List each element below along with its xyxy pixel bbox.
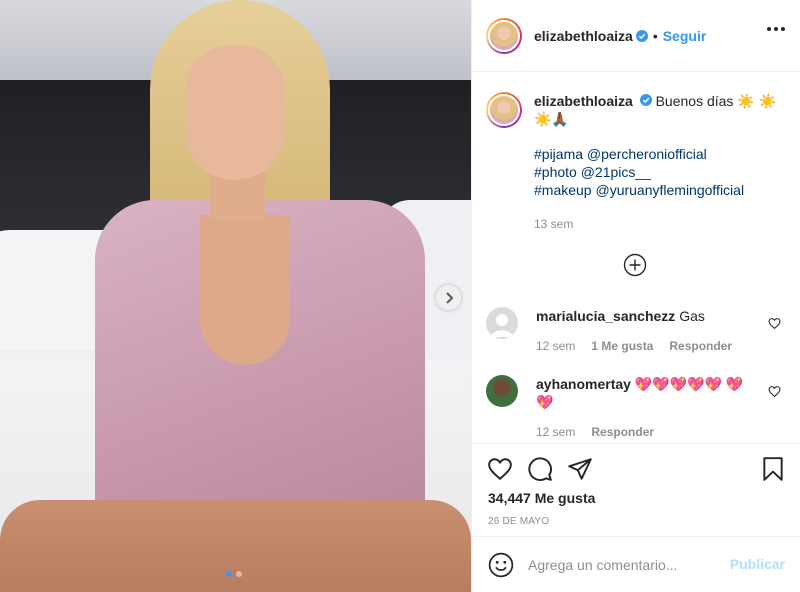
comment-item: marialucia_sanchezz Gas 12 sem 1 Me gust… xyxy=(486,307,791,355)
heart-icon[interactable] xyxy=(768,385,781,398)
photo-skin xyxy=(200,215,290,365)
photo-face xyxy=(185,45,285,180)
save-icon[interactable] xyxy=(760,456,786,482)
chevron-right-icon xyxy=(445,291,453,304)
hashtag-line[interactable]: #pijama @percheroniofficial xyxy=(534,146,707,162)
carousel-next-button[interactable] xyxy=(436,285,461,310)
reply-button[interactable]: Responder xyxy=(669,337,732,355)
separator-bullet: • xyxy=(652,27,658,44)
default-avatar-icon xyxy=(491,314,513,337)
publish-button[interactable]: Publicar xyxy=(730,556,785,572)
caption-timestamp[interactable]: 13 sem xyxy=(534,215,786,233)
more-options-icon[interactable] xyxy=(767,27,785,31)
emoji-icon[interactable] xyxy=(488,552,514,578)
comment-text: Gas xyxy=(679,308,705,324)
reply-button[interactable]: Responder xyxy=(591,423,654,441)
comment-item: ayhanomertay 💖💖💖💖💖 💖💖 12 sem Responder xyxy=(486,375,791,441)
caption-avatar[interactable] xyxy=(486,92,522,128)
add-comment-bar: Publicar xyxy=(472,536,800,592)
heart-icon[interactable] xyxy=(487,456,513,482)
comment-input[interactable] xyxy=(528,556,728,573)
post-actions-section: 34,447 Me gusta 26 DE MAYO xyxy=(472,443,800,527)
author-avatar[interactable] xyxy=(486,17,522,54)
post-photo[interactable] xyxy=(0,0,471,592)
plus-circle-icon[interactable] xyxy=(623,253,647,277)
carousel-dot-active xyxy=(226,571,232,577)
carousel-dot xyxy=(236,571,242,577)
post-side-panel: elizabethloaiza • Seguir elizabethloaiza… xyxy=(471,0,800,592)
hashtag-line[interactable]: #makeup @yuruanyflemingofficial xyxy=(534,182,744,198)
post-header: elizabethloaiza • Seguir xyxy=(472,0,800,72)
post-caption: elizabethloaiza Buenos días ☀️ ☀️☀️🙏🏾 #p… xyxy=(486,92,786,233)
comment-timestamp[interactable]: 12 sem xyxy=(536,423,575,441)
heart-icon[interactable] xyxy=(768,317,781,330)
comment-timestamp[interactable]: 12 sem xyxy=(536,337,575,355)
author-username[interactable]: elizabethloaiza xyxy=(534,28,633,44)
comment-icon[interactable] xyxy=(527,456,553,482)
hashtag-line[interactable]: #photo @21pics__ xyxy=(534,164,651,180)
likes-count[interactable]: 34,447 Me gusta xyxy=(488,490,595,506)
commenter-avatar[interactable] xyxy=(486,307,518,339)
commenter-avatar[interactable] xyxy=(486,375,518,407)
share-icon[interactable] xyxy=(567,456,593,482)
comment-likes-count[interactable]: 1 Me gusta xyxy=(591,337,653,355)
follow-button[interactable]: Seguir xyxy=(663,28,707,44)
comment-username[interactable]: ayhanomertay xyxy=(536,376,631,392)
photo-legs xyxy=(0,500,471,592)
comment-username[interactable]: marialucia_sanchezz xyxy=(536,308,675,324)
verified-badge-icon xyxy=(639,94,652,106)
caption-hashtags: #pijama @percheroniofficial #photo @21pi… xyxy=(534,145,786,199)
post-date[interactable]: 26 DE MAYO xyxy=(488,516,549,527)
caption-username[interactable]: elizabethloaiza xyxy=(534,93,633,109)
verified-badge-icon xyxy=(635,29,648,42)
carousel-indicator xyxy=(226,571,242,577)
